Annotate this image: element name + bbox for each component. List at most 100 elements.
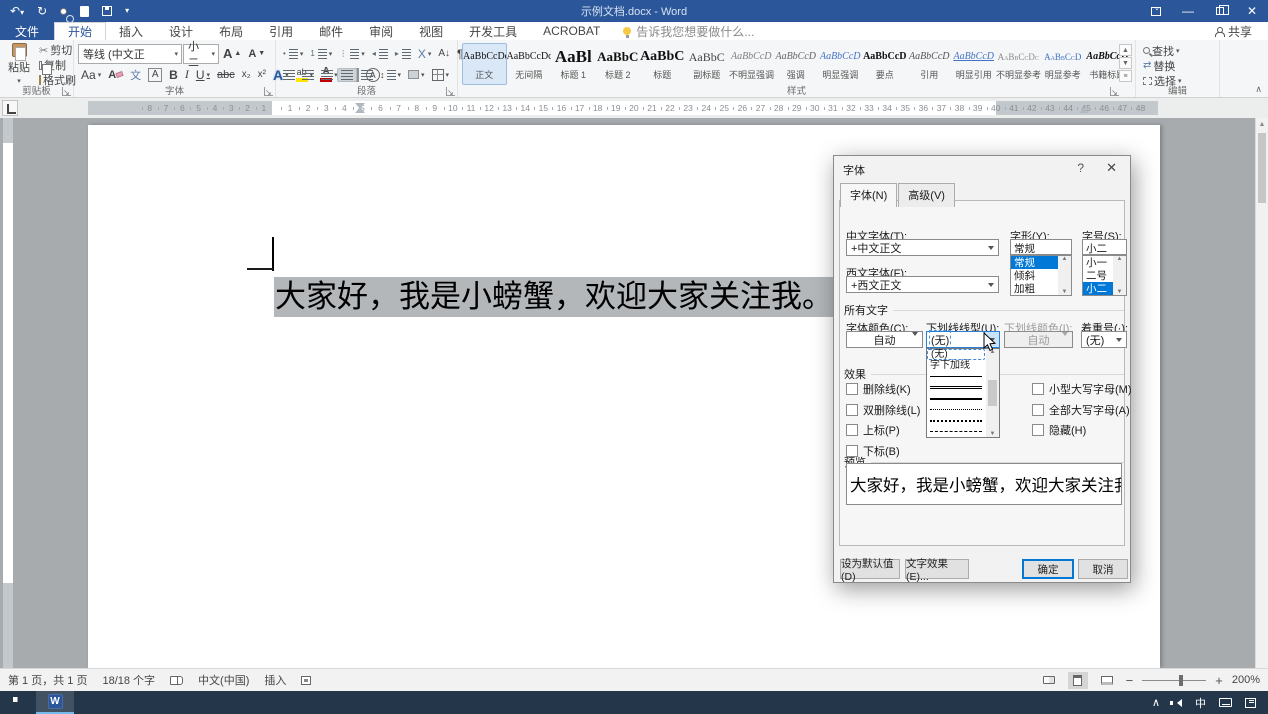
underline-option[interactable] bbox=[927, 371, 985, 382]
sort-icon[interactable]: A↓ bbox=[435, 47, 453, 60]
chevron-down-icon[interactable] bbox=[983, 277, 998, 292]
font-size-combo[interactable]: 小二▾ bbox=[183, 44, 219, 64]
shading-icon[interactable]: ▾ bbox=[405, 69, 428, 80]
ribbon-tab[interactable]: 文件 bbox=[0, 22, 54, 40]
font-color-combo[interactable]: 自动 bbox=[846, 331, 923, 348]
style-item[interactable]: AaBbCcD 不明显强调 bbox=[729, 43, 774, 85]
style-item[interactable]: AaBbCcD 引用 bbox=[907, 43, 952, 85]
underline-option[interactable] bbox=[927, 404, 985, 415]
print-layout-button[interactable] bbox=[1068, 672, 1088, 689]
list-scrollbar[interactable]: ▲▼ bbox=[1113, 256, 1126, 295]
undo-icon[interactable]: ↶▾ bbox=[10, 5, 24, 17]
chevron-down-icon[interactable] bbox=[907, 332, 922, 336]
list-item[interactable]: 小二 bbox=[1083, 282, 1113, 295]
save-icon[interactable] bbox=[102, 6, 112, 16]
style-item[interactable]: AaBbCcD 明显引用 bbox=[952, 43, 997, 85]
bold-icon[interactable]: B bbox=[166, 67, 181, 83]
style-item[interactable]: AaBbCcD 明显参考 bbox=[1041, 43, 1086, 85]
style-item[interactable]: AaBbCcD 强调 bbox=[774, 43, 819, 85]
effect-checkbox[interactable]: 隐藏(H) bbox=[1032, 422, 1132, 438]
underline-option[interactable] bbox=[927, 393, 985, 404]
find-button[interactable]: 查找▾ bbox=[1140, 43, 1215, 58]
style-item[interactable]: AaBbC 标题 bbox=[640, 43, 685, 85]
zoom-slider-thumb[interactable] bbox=[1179, 675, 1183, 686]
styles-dialog-launcher[interactable]: ↘ bbox=[1110, 87, 1119, 96]
borders-icon[interactable]: ▾ bbox=[429, 68, 453, 82]
font-style-input[interactable]: 常规 bbox=[1010, 239, 1072, 255]
style-item[interactable]: AaBbCcDc 不明显参考 bbox=[996, 43, 1041, 85]
tab-stop-selector[interactable] bbox=[2, 100, 18, 116]
page-indicator[interactable]: 第 1 页，共 1 页 bbox=[8, 672, 87, 688]
character-border-icon[interactable]: A bbox=[145, 67, 165, 83]
distribute-icon[interactable] bbox=[358, 69, 376, 81]
hanging-indent-marker[interactable] bbox=[355, 107, 365, 113]
ribbon-tab[interactable]: 布局 bbox=[206, 22, 256, 40]
align-left-icon[interactable] bbox=[280, 69, 298, 81]
checkbox-box[interactable] bbox=[846, 424, 858, 436]
share-button[interactable]: 共享 bbox=[1215, 22, 1268, 40]
style-item[interactable]: AaBbC 副标题 bbox=[685, 43, 730, 85]
font-dialog-launcher[interactable]: ↘ bbox=[264, 87, 273, 96]
dropdown-scrollbar[interactable]: ▲▼ bbox=[986, 349, 999, 437]
ime-indicator[interactable]: 中 bbox=[1195, 695, 1206, 711]
checkbox-box[interactable] bbox=[1032, 424, 1044, 436]
dialog-help-button[interactable]: ? bbox=[1077, 161, 1084, 175]
speaker-icon[interactable] bbox=[1173, 699, 1182, 707]
style-item[interactable]: AaBbCcDd 正文 bbox=[462, 43, 507, 85]
selected-text[interactable]: 大家好，我是小螃蟹，欢迎大家关注我。 bbox=[274, 277, 834, 317]
action-center-icon[interactable] bbox=[1245, 698, 1256, 708]
underline-option[interactable] bbox=[927, 426, 985, 437]
clipboard-dialog-launcher[interactable]: ↘ bbox=[62, 87, 71, 96]
ribbon-tab[interactable]: 邮件 bbox=[306, 22, 356, 40]
clear-formatting-icon[interactable]: A bbox=[105, 68, 126, 82]
ribbon-tab[interactable]: 开始 bbox=[54, 22, 106, 40]
ribbon-tab[interactable]: ACROBAT bbox=[530, 22, 613, 40]
style-item[interactable]: AaBbC 标题 2 bbox=[596, 43, 641, 85]
macro-record-icon[interactable] bbox=[301, 676, 311, 685]
list-item[interactable]: 加粗 bbox=[1011, 282, 1058, 295]
paragraph-dialog-launcher[interactable]: ↘ bbox=[446, 87, 455, 96]
ribbon-display-options-button[interactable] bbox=[1140, 0, 1172, 22]
ribbon-tab[interactable]: 插入 bbox=[106, 22, 156, 40]
web-layout-button[interactable] bbox=[1097, 672, 1117, 689]
word-count[interactable]: 18/18 个字 bbox=[102, 672, 155, 688]
line-spacing-icon[interactable]: ↕▾ bbox=[377, 69, 404, 81]
list-scrollbar[interactable]: ▲▼ bbox=[1058, 256, 1071, 295]
effect-checkbox[interactable]: 上标(P) bbox=[846, 422, 920, 438]
style-item[interactable]: AaBl 标题 1 bbox=[551, 43, 596, 85]
repeat-icon[interactable]: ↻ bbox=[37, 5, 47, 17]
style-item[interactable]: AaBbCcD 明显强调 bbox=[818, 43, 863, 85]
justify-icon[interactable] bbox=[337, 68, 357, 82]
ok-button[interactable]: 确定 bbox=[1022, 559, 1074, 579]
effect-checkbox[interactable]: 双删除线(L) bbox=[846, 402, 920, 418]
tab-advanced[interactable]: 高级(V) bbox=[898, 183, 955, 207]
gallery-more-icon[interactable]: ≡ bbox=[1119, 70, 1132, 82]
insert-mode-indicator[interactable]: 插入 bbox=[264, 672, 286, 688]
copy-button[interactable]: 复制 bbox=[36, 58, 69, 72]
close-button[interactable]: ✕ bbox=[1236, 0, 1268, 22]
right-indent-marker[interactable] bbox=[1079, 107, 1089, 113]
scroll-up-icon[interactable]: ▲ bbox=[1256, 118, 1268, 131]
align-right-icon[interactable] bbox=[318, 69, 336, 81]
cjk-layout-icon[interactable]: X▾ bbox=[415, 46, 435, 62]
italic-icon[interactable]: I bbox=[182, 66, 192, 83]
underline-option[interactable] bbox=[927, 382, 985, 393]
checkbox-box[interactable] bbox=[1032, 383, 1044, 395]
cn-font-combo[interactable]: +中文正文 bbox=[846, 239, 999, 256]
font-style-list[interactable]: 常规倾斜加粗 ▲▼ bbox=[1010, 255, 1072, 296]
replace-button[interactable]: ⇄替换 bbox=[1140, 58, 1215, 73]
minimize-button[interactable]: — bbox=[1172, 0, 1204, 22]
hidden-icons-chevron[interactable]: ∧ bbox=[1152, 696, 1160, 709]
grow-font-icon[interactable]: A▲ bbox=[220, 45, 244, 62]
subscript-icon[interactable]: x₂ bbox=[239, 68, 254, 81]
zoom-slider[interactable] bbox=[1142, 680, 1206, 681]
scrollbar-thumb[interactable] bbox=[1258, 133, 1266, 203]
zoom-level[interactable]: 200% bbox=[1232, 674, 1260, 686]
effect-checkbox[interactable]: 小型大写字母(M) bbox=[1032, 381, 1132, 397]
start-button[interactable] bbox=[0, 691, 36, 714]
effect-checkbox[interactable]: 删除线(K) bbox=[846, 381, 920, 397]
underline-style-dropdown[interactable]: (无) 字下加线 bbox=[926, 348, 1000, 438]
tell-me-box[interactable]: 告诉我您想要做什么... bbox=[613, 22, 764, 40]
restore-button[interactable] bbox=[1204, 0, 1236, 22]
read-mode-button[interactable] bbox=[1039, 672, 1059, 689]
